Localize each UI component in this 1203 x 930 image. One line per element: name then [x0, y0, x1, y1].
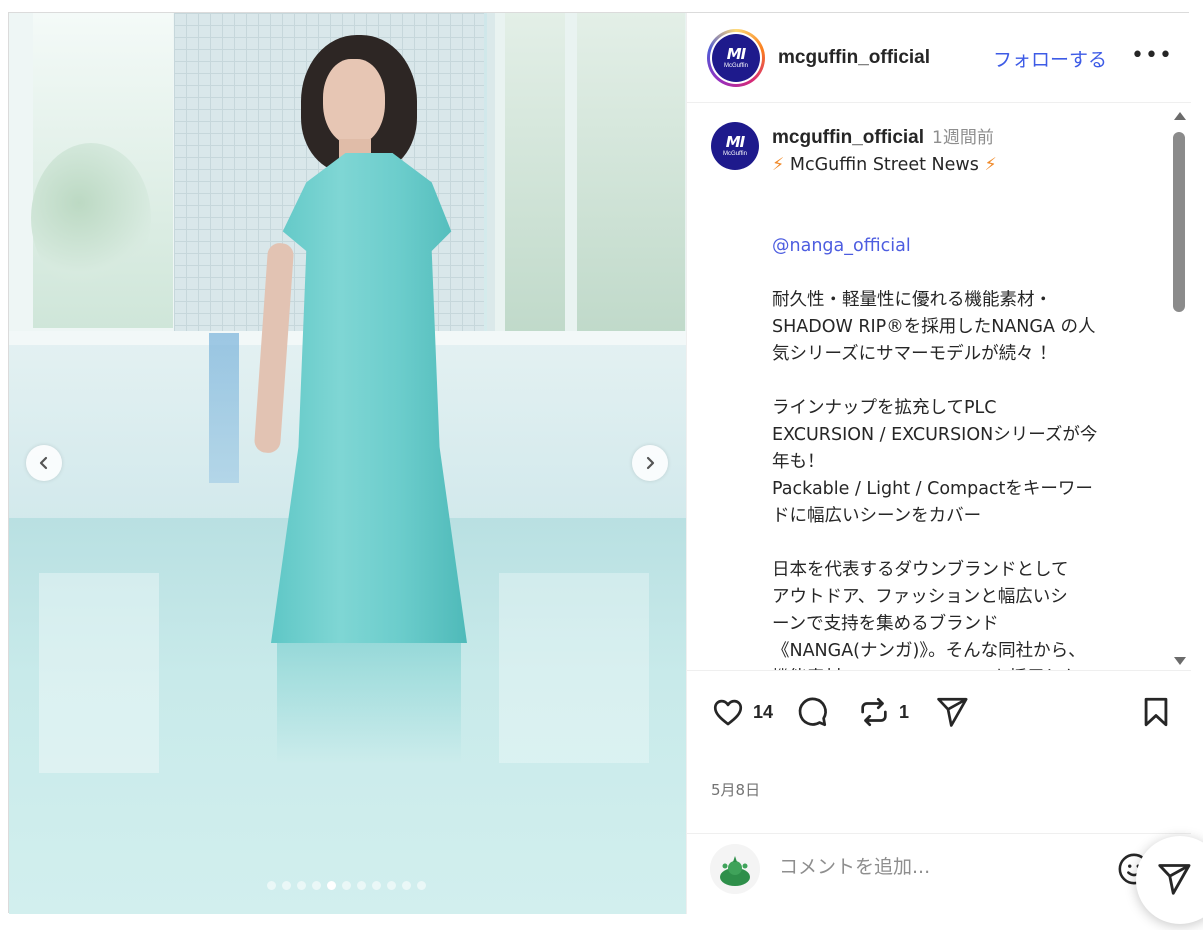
caption-paragraph: 日本を代表するダウンブランドとして アウトドア、ファッションと幅広いシ ーンで支… — [772, 560, 1086, 670]
carousel-dot — [342, 881, 351, 890]
post-dialog: MI McGuffin mcguffin_official フォローする •••… — [8, 12, 1191, 914]
carousel-dot — [387, 881, 396, 890]
mcguffin-logo: MI McGuffin — [711, 122, 759, 170]
caption-username[interactable]: mcguffin_official — [772, 127, 924, 148]
caption-avatar[interactable]: MI McGuffin — [711, 122, 759, 170]
carousel-dot — [357, 881, 366, 890]
caption-area[interactable]: MI McGuffin mcguffin_official 1週間前 ⚡ McGu… — [687, 104, 1191, 671]
mcguffin-logo: MI McGuffin — [712, 34, 760, 82]
user-avatar — [710, 844, 760, 894]
repost-icon — [861, 697, 887, 727]
carousel-prev-button[interactable] — [26, 445, 62, 481]
chevron-left-icon — [39, 456, 48, 470]
carousel-dot — [282, 881, 291, 890]
comment-composer — [687, 833, 1191, 914]
lightning-icon: ⚡ — [984, 155, 997, 175]
header-username[interactable]: mcguffin_official — [778, 47, 930, 69]
comment-input[interactable] — [779, 856, 1109, 878]
share-icon — [1158, 864, 1191, 895]
model-face — [323, 59, 385, 145]
save-button[interactable] — [1139, 695, 1173, 729]
caption-headline: ⚡ McGuffin Street News ⚡ — [772, 155, 997, 175]
avatar[interactable]: MI McGuffin — [707, 29, 765, 87]
post-side-panel: MI McGuffin mcguffin_official フォローする •••… — [686, 13, 1191, 914]
scrollbar-thumb[interactable] — [1173, 132, 1185, 312]
carousel-dot — [402, 881, 411, 890]
more-options-button[interactable]: ••• — [1131, 43, 1173, 68]
carousel-dots — [267, 881, 426, 890]
carousel-dot — [327, 881, 336, 890]
comment-icon — [798, 697, 827, 727]
share-icon — [937, 697, 968, 727]
comment-button[interactable] — [795, 695, 829, 729]
carousel-dot — [312, 881, 321, 890]
post-header: MI McGuffin mcguffin_official フォローする ••• — [687, 13, 1191, 103]
scroll-up-arrow-icon[interactable] — [1174, 112, 1186, 120]
carousel-dot — [267, 881, 276, 890]
chevron-right-icon — [646, 456, 655, 470]
repost-count: 1 — [899, 701, 910, 722]
repost-button[interactable]: 1 — [857, 695, 909, 729]
caption-paragraph: ラインナップを拡充してPLC EXCURSION / EXCURSIONシリーズ… — [772, 398, 1098, 526]
follow-button[interactable]: フォローする — [993, 45, 1107, 72]
heart-icon — [713, 699, 743, 726]
post-date[interactable]: 5月8日 — [711, 779, 760, 800]
carousel-dot — [297, 881, 306, 890]
like-count: 14 — [753, 701, 774, 722]
carousel-next-button[interactable] — [632, 445, 668, 481]
user-avatar-image — [710, 844, 760, 894]
post-image[interactable] — [9, 13, 686, 914]
carousel-dot — [372, 881, 381, 890]
share-button[interactable] — [935, 695, 969, 729]
like-button[interactable]: 14 — [711, 695, 773, 729]
carousel-dot — [417, 881, 426, 890]
lightning-icon: ⚡ — [772, 155, 785, 175]
action-bar: 14 1 — [687, 687, 1191, 737]
post-time: 1週間前 — [932, 128, 994, 148]
bookmark-icon — [1144, 697, 1168, 727]
caption-text: mcguffin_official 1週間前 ⚡ McGuffin Street … — [772, 124, 1154, 670]
caption-scrollbar[interactable] — [1171, 104, 1188, 671]
window-right — [487, 13, 686, 353]
caption-paragraph: 耐久性・軽量性に優れる機能素材・ SHADOW RIP®を採用したNANGA の… — [772, 290, 1096, 364]
scroll-down-arrow-icon[interactable] — [1174, 657, 1186, 665]
mention-link[interactable]: @nanga_official — [772, 236, 911, 256]
